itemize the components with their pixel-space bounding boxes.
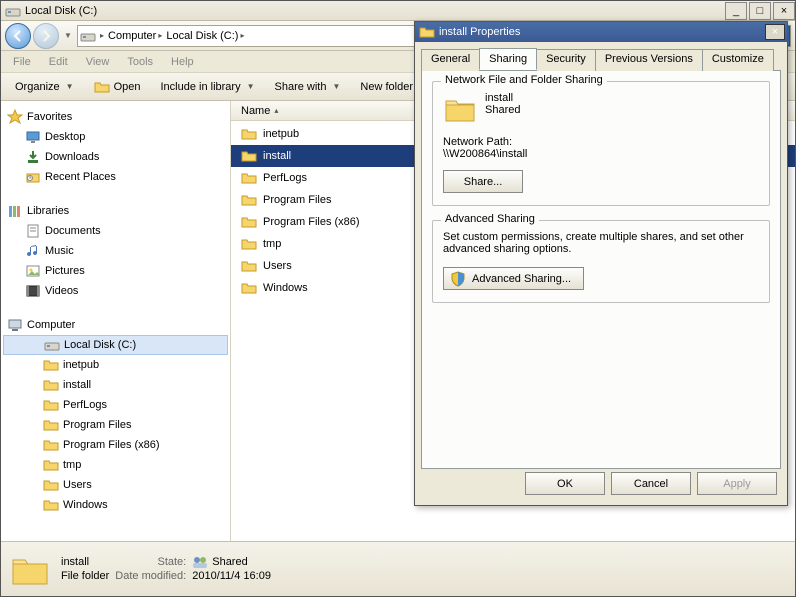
network-sharing-group: Network File and Folder Sharing install … xyxy=(432,81,770,206)
window-title: Local Disk (C:) xyxy=(25,5,723,17)
tree-fav-item[interactable]: Desktop xyxy=(1,127,230,147)
status-name: install xyxy=(61,556,109,568)
share-button[interactable]: Share... xyxy=(443,170,523,193)
network-path-label: Network Path: xyxy=(443,136,759,148)
advanced-sharing-legend: Advanced Sharing xyxy=(441,213,539,225)
details-pane: install State: Shared File folder Date m… xyxy=(1,541,795,596)
cancel-button[interactable]: Cancel xyxy=(611,472,691,495)
status-modified-value: 2010/11/4 16:09 xyxy=(192,570,271,582)
advanced-sharing-text: Set custom permissions, create multiple … xyxy=(443,231,759,255)
tree-lib-item[interactable]: Videos xyxy=(1,281,230,301)
tree-folder-item[interactable]: Program Files (x86) xyxy=(1,435,230,455)
properties-dialog: install Properties × GeneralSharingSecur… xyxy=(414,21,788,506)
sort-asc-icon: ▴ xyxy=(274,106,278,115)
drive-icon xyxy=(80,28,96,44)
tree-local-disk[interactable]: Local Disk (C:) xyxy=(3,335,228,355)
status-modified-label: Date modified: xyxy=(115,570,186,582)
tree-lib-item[interactable]: Documents xyxy=(1,221,230,241)
folder-open-icon xyxy=(94,79,110,95)
dialog-close-button[interactable]: × xyxy=(765,24,785,40)
folder-icon xyxy=(9,548,51,590)
tree-folder-item[interactable]: Program Files xyxy=(1,415,230,435)
navigation-tree[interactable]: FavoritesDesktopDownloadsRecent Places Li… xyxy=(1,101,231,554)
folder-icon xyxy=(419,24,435,40)
minimize-button[interactable]: _ xyxy=(725,2,747,20)
status-type: File folder xyxy=(61,570,109,582)
titlebar: Local Disk (C:) _ □ × xyxy=(1,1,795,21)
column-name[interactable]: Name ▴ xyxy=(231,101,431,120)
share-with-button[interactable]: Share with▼ xyxy=(267,78,349,96)
menu-help[interactable]: Help xyxy=(163,54,202,70)
tree-libraries[interactable]: Libraries xyxy=(1,201,230,221)
sharing-tab-pane: Network File and Folder Sharing install … xyxy=(421,71,781,469)
menu-tools[interactable]: Tools xyxy=(119,54,161,70)
organize-button[interactable]: Organize▼ xyxy=(7,78,82,96)
share-state: Shared xyxy=(485,104,520,116)
tree-folder-item[interactable]: install xyxy=(1,375,230,395)
breadcrumb-current[interactable]: Local Disk (C:) ▸ xyxy=(166,30,244,42)
tree-lib-item[interactable]: Music xyxy=(1,241,230,261)
tree-fav-item[interactable]: Downloads xyxy=(1,147,230,167)
tab-customize[interactable]: Customize xyxy=(702,49,774,71)
forward-button[interactable] xyxy=(33,23,59,49)
status-state-label: State: xyxy=(115,556,186,568)
tab-general[interactable]: General xyxy=(421,49,480,71)
menu-view[interactable]: View xyxy=(78,54,118,70)
new-folder-button[interactable]: New folder xyxy=(352,78,421,96)
tree-favorites[interactable]: Favorites xyxy=(1,107,230,127)
breadcrumb-computer[interactable]: Computer ▸ xyxy=(108,30,162,42)
dialog-titlebar[interactable]: install Properties × xyxy=(415,22,787,42)
status-state-value: Shared xyxy=(192,556,271,568)
tree-folder-item[interactable]: Users xyxy=(1,475,230,495)
folder-icon xyxy=(443,92,477,126)
nav-history-dropdown[interactable]: ▼ xyxy=(61,23,75,49)
tab-sharing[interactable]: Sharing xyxy=(479,48,537,70)
tree-folder-item[interactable]: tmp xyxy=(1,455,230,475)
maximize-button[interactable]: □ xyxy=(749,2,771,20)
close-button[interactable]: × xyxy=(773,2,795,20)
tree-folder-item[interactable]: PerfLogs xyxy=(1,395,230,415)
menu-file[interactable]: File xyxy=(5,54,39,70)
menu-edit[interactable]: Edit xyxy=(41,54,76,70)
tab-previous versions[interactable]: Previous Versions xyxy=(595,49,703,71)
tab-security[interactable]: Security xyxy=(536,49,596,71)
back-button[interactable] xyxy=(5,23,31,49)
share-folder-name: install xyxy=(485,92,520,104)
network-path-value: \\W200864\install xyxy=(443,148,759,160)
tree-folder-item[interactable]: Windows xyxy=(1,495,230,515)
tree-folder-item[interactable]: inetpub xyxy=(1,355,230,375)
dialog-tabs: GeneralSharingSecurityPrevious VersionsC… xyxy=(421,48,781,71)
open-button[interactable]: Open xyxy=(86,76,149,98)
network-sharing-legend: Network File and Folder Sharing xyxy=(441,74,607,86)
apply-button[interactable]: Apply xyxy=(697,472,777,495)
advanced-sharing-button[interactable]: Advanced Sharing... xyxy=(443,267,584,290)
dialog-title: install Properties xyxy=(439,26,520,38)
drive-icon xyxy=(5,3,21,19)
tree-fav-item[interactable]: Recent Places xyxy=(1,167,230,187)
include-library-button[interactable]: Include in library▼ xyxy=(152,78,262,96)
tree-lib-item[interactable]: Pictures xyxy=(1,261,230,281)
advanced-sharing-group: Advanced Sharing Set custom permissions,… xyxy=(432,220,770,303)
tree-computer[interactable]: Computer xyxy=(1,315,230,335)
people-icon xyxy=(192,556,208,568)
shield-icon xyxy=(450,271,466,287)
ok-button[interactable]: OK xyxy=(525,472,605,495)
